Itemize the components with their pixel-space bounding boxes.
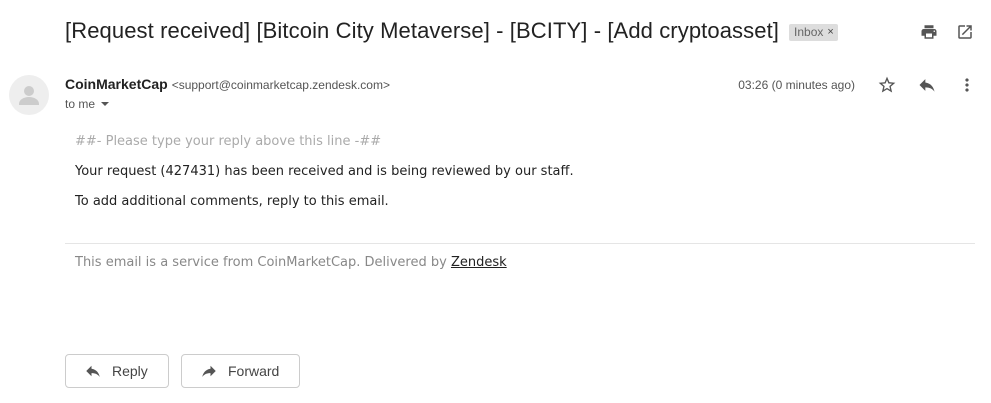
message-toolbar — [877, 75, 977, 95]
reply-icon[interactable] — [917, 75, 937, 95]
forward-icon — [202, 365, 216, 377]
forward-button[interactable]: Forward — [181, 354, 301, 388]
open-in-new-window-icon[interactable] — [955, 22, 975, 42]
sender-email: <support@coinmarketcap.zendesk.com> — [171, 78, 390, 92]
forward-button-label: Forward — [228, 363, 280, 379]
email-subject: [Request received] [Bitcoin City Metaver… — [65, 18, 780, 43]
sender-avatar[interactable] — [9, 75, 49, 115]
person-icon — [19, 86, 39, 105]
sender-line: CoinMarketCap <support@coinmarketcap.zend… — [65, 76, 390, 92]
footer-text: This email is a service from CoinMarketC… — [75, 255, 507, 270]
zendesk-link[interactable]: Zendesk — [451, 255, 507, 270]
label-text: Inbox — [794, 24, 824, 39]
more-vert-icon[interactable] — [957, 75, 977, 95]
print-icon[interactable] — [919, 22, 939, 42]
sender-name[interactable]: CoinMarketCap — [65, 76, 168, 92]
reply-icon — [86, 365, 100, 377]
body-line-1: Your request (427431) has been received … — [75, 164, 574, 179]
footer-divider — [65, 243, 975, 244]
chevron-down-icon — [101, 102, 110, 106]
reply-separator-line: ##- Please type your reply above this li… — [75, 134, 382, 149]
recipients-label: to me — [65, 97, 96, 111]
reply-button[interactable]: Reply — [65, 354, 169, 388]
top-toolbar — [919, 22, 975, 42]
recipients-toggle[interactable]: to me — [65, 97, 110, 111]
star-icon[interactable] — [877, 75, 897, 95]
footer-label: This email is a service from CoinMarketC… — [75, 255, 447, 270]
inbox-label[interactable]: Inbox × — [789, 23, 838, 41]
remove-label-icon[interactable]: × — [827, 26, 833, 38]
body-line-2: To add additional comments, reply to thi… — [75, 194, 389, 209]
message-time: 03:26 (0 minutes ago) — [738, 78, 855, 92]
reply-button-label: Reply — [112, 363, 148, 379]
subject-row: [Request received] [Bitcoin City Metaver… — [65, 18, 838, 44]
